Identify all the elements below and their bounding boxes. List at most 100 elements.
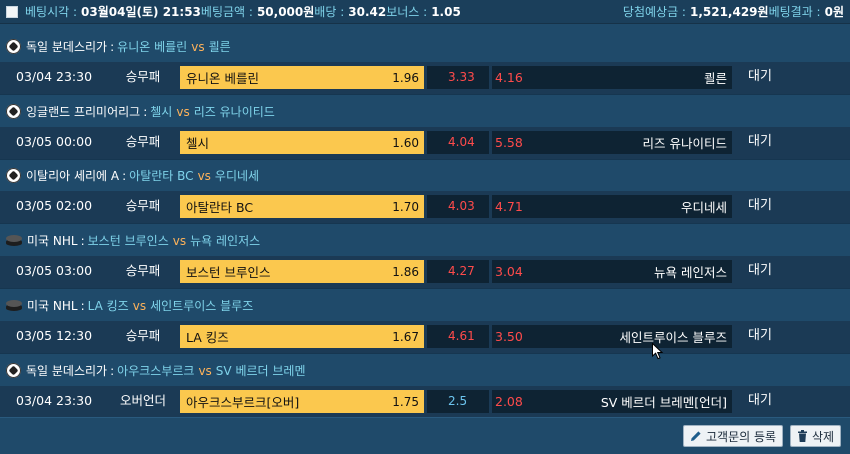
bet-time: 베팅시각 :03월04일(토) 21:53 — [25, 3, 201, 20]
away-selection[interactable]: 3.50 세인트루이스 블루즈 — [492, 325, 732, 348]
bet-type: 승무패 — [125, 263, 161, 278]
bet-row: 03/05 00:00 승무패 첼시 1.60 4.04 5.58 리즈 유나이티드 대기 — [0, 127, 850, 159]
home-odd: 1.75 — [392, 394, 419, 409]
home-odd: 1.67 — [392, 329, 419, 344]
away-team-name: 뉴욕 레인저스 — [190, 234, 261, 248]
bet-status: 대기 — [748, 198, 772, 213]
away-selection[interactable]: 4.71 우디네세 — [492, 195, 732, 218]
home-selection[interactable]: 첼시 1.60 — [180, 131, 424, 154]
vs-label: vs — [191, 39, 205, 54]
draw-odd[interactable]: 4.04 — [427, 131, 489, 154]
bet-status: 대기 — [748, 393, 772, 408]
away-team-name: 우디네세 — [214, 169, 260, 183]
match-title: 이탈리아 세리에 A: 아탈란타 BC vs 우디네세 — [6, 167, 259, 184]
match-block: 독일 분데스리가: 유니온 베를린 vs 쾰른 03/04 23:30 승무패 유니온 베를… — [0, 30, 850, 94]
home-selection-label: LA 킹즈 — [186, 330, 229, 345]
away-selection[interactable]: 4.16 쾰른 — [492, 66, 732, 89]
register-inquiry-button[interactable]: 고객문의 등록 — [683, 425, 784, 447]
away-selection-label: 뉴욕 레인저스 — [654, 265, 727, 280]
away-team-name: 세인트루이스 블루즈 — [150, 299, 254, 313]
draw-odd[interactable]: 4.27 — [427, 260, 489, 283]
away-selection-label: 리즈 유나이티드 — [642, 136, 727, 151]
title-separator: : — [110, 39, 115, 54]
home-team-name: 아우크스부르크 — [117, 364, 195, 378]
match-datetime: 03/04 23:30 — [16, 69, 93, 84]
league-name: 독일 분데스리가 — [26, 364, 108, 378]
match-block: 이탈리아 세리에 A: 아탈란타 BC vs 우디네세 03/05 02:00 승무패 아탈… — [0, 159, 850, 223]
soccer-ball-icon — [6, 168, 21, 183]
match-block: 잉글랜드 프리미어리그: 첼시 vs 리즈 유나이티드 03/05 00:00 승무패 첼시… — [0, 95, 850, 159]
title-separator: : — [80, 298, 85, 313]
home-selection[interactable]: 유니온 베를린 1.96 — [180, 66, 424, 89]
title-separator: : — [143, 104, 148, 119]
soccer-ball-icon — [6, 363, 21, 378]
away-team-name: 쾰른 — [208, 40, 231, 54]
bet-amount-label: 베팅금액 : — [200, 5, 253, 19]
vs-label: vs — [172, 233, 187, 248]
league-name: 미국 NHL — [27, 234, 78, 248]
bet-result-label: 베팅결과 : — [768, 5, 821, 19]
bet-row: 03/04 23:30 오버언더 아우크스부르크[오버] 1.75 2.5 2.08 SV … — [0, 386, 850, 418]
away-team-name: 리즈 유나이티드 — [193, 105, 275, 119]
bet-type: 승무패 — [125, 69, 161, 84]
draw-odd[interactable]: 2.5 — [427, 390, 489, 413]
home-selection-label: 보스턴 브루인스 — [186, 265, 271, 280]
match-datetime: 03/05 12:30 — [16, 328, 93, 343]
match-title: 독일 분데스리가: 아우크스부르크 vs SV 베르더 브레멘 — [6, 362, 306, 379]
expected-win-value: 1,521,429원 — [689, 5, 769, 19]
delete-button[interactable]: 삭제 — [790, 425, 842, 447]
home-selection-label: 첼시 — [186, 136, 210, 151]
match-title: 미국 NHL: LA 킹즈 vs 세인트루이스 블루즈 — [6, 297, 253, 314]
home-odd: 1.60 — [392, 135, 419, 150]
bet-type: 승무패 — [125, 198, 161, 213]
odds-value: 30.42 — [348, 4, 387, 19]
expected-win: 당첨예상금 :1,521,429원 — [623, 3, 769, 20]
draw-odd[interactable]: 3.33 — [427, 66, 489, 89]
title-separator: : — [122, 168, 127, 183]
title-separator: : — [110, 363, 115, 378]
away-odd: 5.58 — [495, 135, 523, 150]
bet-row: 03/05 03:00 승무패 보스턴 브루인스 1.86 4.27 3.04 뉴욕 레인저… — [0, 256, 850, 288]
bet-time-label: 베팅시각 : — [25, 5, 78, 19]
draw-odd[interactable]: 4.03 — [427, 195, 489, 218]
trash-icon — [798, 430, 807, 442]
home-selection-label: 유니온 베를린 — [186, 71, 259, 86]
bonus: 보너스 :1.05 — [386, 3, 461, 20]
select-checkbox[interactable] — [6, 5, 18, 18]
away-selection[interactable]: 3.04 뉴욕 레인저스 — [492, 260, 732, 283]
bet-row: 03/05 02:00 승무패 아탈란타 BC 1.70 4.03 4.71 우디네세 대기 — [0, 191, 850, 223]
title-separator: : — [80, 233, 85, 248]
match-datetime: 03/04 23:30 — [16, 393, 93, 408]
bet-type: 오버언더 — [119, 393, 166, 408]
league-name: 미국 NHL — [27, 299, 78, 313]
home-selection[interactable]: 아탈란타 BC 1.70 — [180, 195, 424, 218]
bet-status: 대기 — [748, 69, 772, 84]
home-selection[interactable]: LA 킹즈 1.67 — [180, 325, 424, 348]
away-odd: 2.08 — [495, 394, 523, 409]
away-selection-label: 세인트루이스 블루즈 — [619, 330, 727, 345]
vs-label: vs — [132, 298, 147, 313]
bet-type: 승무패 — [125, 134, 161, 149]
home-selection[interactable]: 아우크스부르크[오버] 1.75 — [180, 390, 424, 413]
bet-result-value: 0원 — [824, 5, 844, 19]
home-team-name: 유니온 베를린 — [117, 40, 188, 54]
match-block: 미국 NHL: LA 킹즈 vs 세인트루이스 블루즈 03/05 12:30 승무패 LA… — [0, 289, 850, 353]
vs-label: vs — [176, 104, 190, 119]
home-team-name: 보스턴 브루인스 — [87, 234, 169, 248]
bonus-label: 보너스 : — [386, 5, 428, 19]
home-selection[interactable]: 보스턴 브루인스 1.86 — [180, 260, 424, 283]
away-selection[interactable]: 2.08 SV 베르더 브레멘[언더] — [492, 390, 732, 413]
soccer-ball-icon — [6, 39, 21, 54]
away-odd: 4.16 — [495, 70, 523, 85]
home-selection-label: 아탈란타 BC — [186, 200, 254, 215]
hockey-puck-icon — [6, 300, 22, 311]
bet-row: 03/05 12:30 승무패 LA 킹즈 1.67 4.61 3.50 세인트루이스 블루… — [0, 321, 850, 353]
match-datetime: 03/05 02:00 — [16, 198, 93, 213]
bonus-value: 1.05 — [431, 4, 461, 19]
bet-amount-value: 50,000원 — [256, 5, 315, 19]
delete-label: 삭제 — [812, 429, 835, 444]
league-name: 이탈리아 세리에 A — [26, 169, 120, 183]
away-selection[interactable]: 5.58 리즈 유나이티드 — [492, 131, 732, 154]
draw-odd[interactable]: 4.61 — [427, 325, 489, 348]
bet-amount: 베팅금액 :50,000원 — [201, 3, 314, 20]
